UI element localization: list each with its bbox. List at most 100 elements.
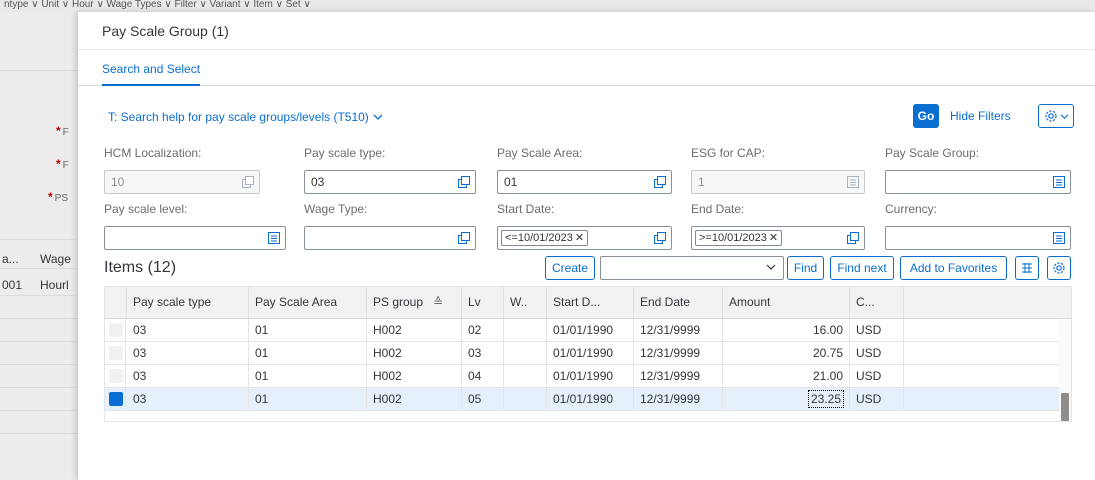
filter-label: Pay scale level:	[104, 202, 188, 216]
row-selector-box	[109, 392, 123, 406]
cell-text: 01	[255, 346, 269, 360]
cell-text: 12/31/9999	[640, 392, 701, 406]
table-settings-button[interactable]	[1015, 256, 1039, 280]
row-selector[interactable]	[105, 319, 126, 341]
cell-text: USD	[856, 369, 882, 383]
column-header-wage-type[interactable]: W..	[504, 287, 547, 318]
remove-token-icon[interactable]: ✕	[769, 231, 778, 245]
start-date-input[interactable]: <=10/01/2023 ✕	[497, 226, 672, 250]
value-help-icon[interactable]	[846, 231, 860, 245]
cell-text: 12/31/9999	[640, 346, 701, 360]
column-header-pay-scale-type[interactable]: Pay scale type	[127, 287, 249, 318]
results-table: Pay scale type Pay Scale Area PS group ≙ …	[104, 286, 1072, 422]
search-field-select[interactable]	[600, 256, 784, 280]
table-row[interactable]: 03 01 H002 05 01/01/1990 12/31/9999 23.25 USD	[105, 388, 1059, 411]
value-help-icon[interactable]	[653, 231, 667, 245]
variant-selector[interactable]: T: Search help for pay scale groups/leve…	[108, 110, 383, 124]
cell-end-date: 12/31/9999	[634, 388, 723, 410]
list-icon[interactable]	[1052, 175, 1066, 189]
row-selector[interactable]	[105, 342, 126, 364]
background-topbar: ntype ∨ Unit ∨ Hour ∨ Wage Types ∨ Filte…	[0, 0, 1095, 12]
background-divider	[0, 70, 78, 71]
column-header-ps-group[interactable]: PS group ≙	[367, 287, 462, 318]
value-help-icon[interactable]	[457, 175, 471, 189]
cell-text: USD	[856, 323, 882, 337]
cell-text: 01	[255, 392, 269, 406]
row-selector[interactable]	[105, 388, 126, 410]
cell-start-date: 01/01/1990	[547, 388, 634, 410]
filter-label: End Date:	[691, 202, 745, 216]
background-left-panel: * F * F * PS a... Wage 001 Hourl	[0, 12, 78, 480]
row-selector-box	[109, 323, 123, 337]
column-header-amount[interactable]: Amount	[723, 287, 850, 318]
background-required-marker: * F	[56, 157, 69, 171]
filter-label: Pay Scale Area:	[497, 146, 583, 160]
pay-scale-level-input[interactable]	[104, 226, 286, 250]
list-icon[interactable]	[1052, 231, 1066, 245]
pay-scale-area-input[interactable]: 01	[497, 170, 672, 194]
hide-filters-button[interactable]: Hide Filters	[950, 109, 1011, 123]
wage-type-input[interactable]	[304, 226, 476, 250]
token-text: <=10/01/2023	[505, 232, 573, 244]
row-selector[interactable]	[105, 365, 126, 387]
value-help-icon[interactable]	[457, 231, 471, 245]
remove-token-icon[interactable]: ✕	[575, 231, 584, 245]
cell-text: 23.25	[807, 390, 845, 408]
end-date-token[interactable]: >=10/01/2023 ✕	[695, 230, 783, 246]
vertical-scrollbar[interactable]	[1059, 319, 1071, 421]
tab-search-and-select[interactable]: Search and Select	[102, 62, 201, 86]
list-icon[interactable]	[267, 231, 281, 245]
create-button[interactable]: Create	[545, 256, 595, 280]
filter-settings-button[interactable]	[1038, 104, 1074, 128]
currency-input[interactable]	[885, 226, 1071, 250]
row-selector-box	[109, 346, 123, 360]
table-row[interactable]: 03 01 H002 04 01/01/1990 12/31/9999 21.00 USD	[105, 365, 1059, 388]
background-divider	[0, 410, 78, 411]
cell-ps-group: H002	[367, 319, 462, 341]
column-header-end-date[interactable]: End Date	[634, 287, 723, 318]
find-button[interactable]: Find	[787, 256, 824, 280]
chevron-down-icon	[1060, 113, 1068, 119]
filter-label: Currency:	[885, 202, 938, 216]
table-row[interactable]: 03 01 H002 02 01/01/1990 12/31/9999 16.00 USD	[105, 319, 1059, 342]
cell-text: H002	[373, 346, 402, 360]
table-row[interactable]: 03 01 H002 03 01/01/1990 12/31/9999 20.75 USD	[105, 342, 1059, 365]
start-date-token[interactable]: <=10/01/2023 ✕	[501, 230, 589, 246]
value-help-icon	[242, 176, 254, 188]
filter-label: HCM Localization:	[104, 146, 202, 160]
table-gear-button[interactable]	[1047, 256, 1071, 280]
pay-scale-type-input[interactable]: 03	[304, 170, 476, 194]
column-header-level[interactable]: Lv	[462, 287, 504, 318]
column-label: PS group	[373, 295, 424, 309]
cell-wage-type	[504, 388, 547, 410]
background-required-marker: * F	[56, 124, 69, 138]
scrollbar-thumb[interactable]	[1061, 393, 1069, 421]
pay-scale-group-input[interactable]	[885, 170, 1071, 194]
column-header-currency[interactable]: C...	[850, 287, 904, 318]
end-date-input[interactable]: >=10/01/2023 ✕	[691, 226, 865, 250]
value-help-icon[interactable]	[653, 175, 667, 189]
input-value: 01	[504, 175, 518, 189]
token-text: >=10/01/2023	[699, 232, 767, 244]
gear-icon	[1053, 262, 1065, 274]
background-divider	[0, 239, 78, 240]
cell-text: 04	[468, 369, 482, 383]
find-next-button[interactable]: Find next	[830, 256, 894, 280]
cell-start-date: 01/01/1990	[547, 342, 634, 364]
cell-text: USD	[856, 346, 882, 360]
column-header-pay-scale-area[interactable]: Pay Scale Area	[249, 287, 367, 318]
select-all-header[interactable]	[105, 287, 127, 318]
go-button[interactable]: Go	[913, 104, 939, 128]
dialog-title: Pay Scale Group (1)	[102, 22, 229, 39]
cell-ps-group: H002	[367, 388, 462, 410]
list-icon	[847, 176, 859, 188]
cell-text: 03	[468, 346, 482, 360]
column-header-start-date[interactable]: Start D...	[547, 287, 634, 318]
cell-start-date: 01/01/1990	[547, 365, 634, 387]
filter-start-date: Start Date: <=10/01/2023 ✕	[497, 202, 672, 250]
filter-pay-scale-area: Pay Scale Area: 01	[497, 146, 672, 194]
add-to-favorites-button[interactable]: Add to Favorites	[900, 256, 1007, 280]
cell-text: H002	[373, 369, 402, 383]
filter-label: Start Date:	[497, 202, 555, 216]
background-divider	[0, 433, 78, 434]
